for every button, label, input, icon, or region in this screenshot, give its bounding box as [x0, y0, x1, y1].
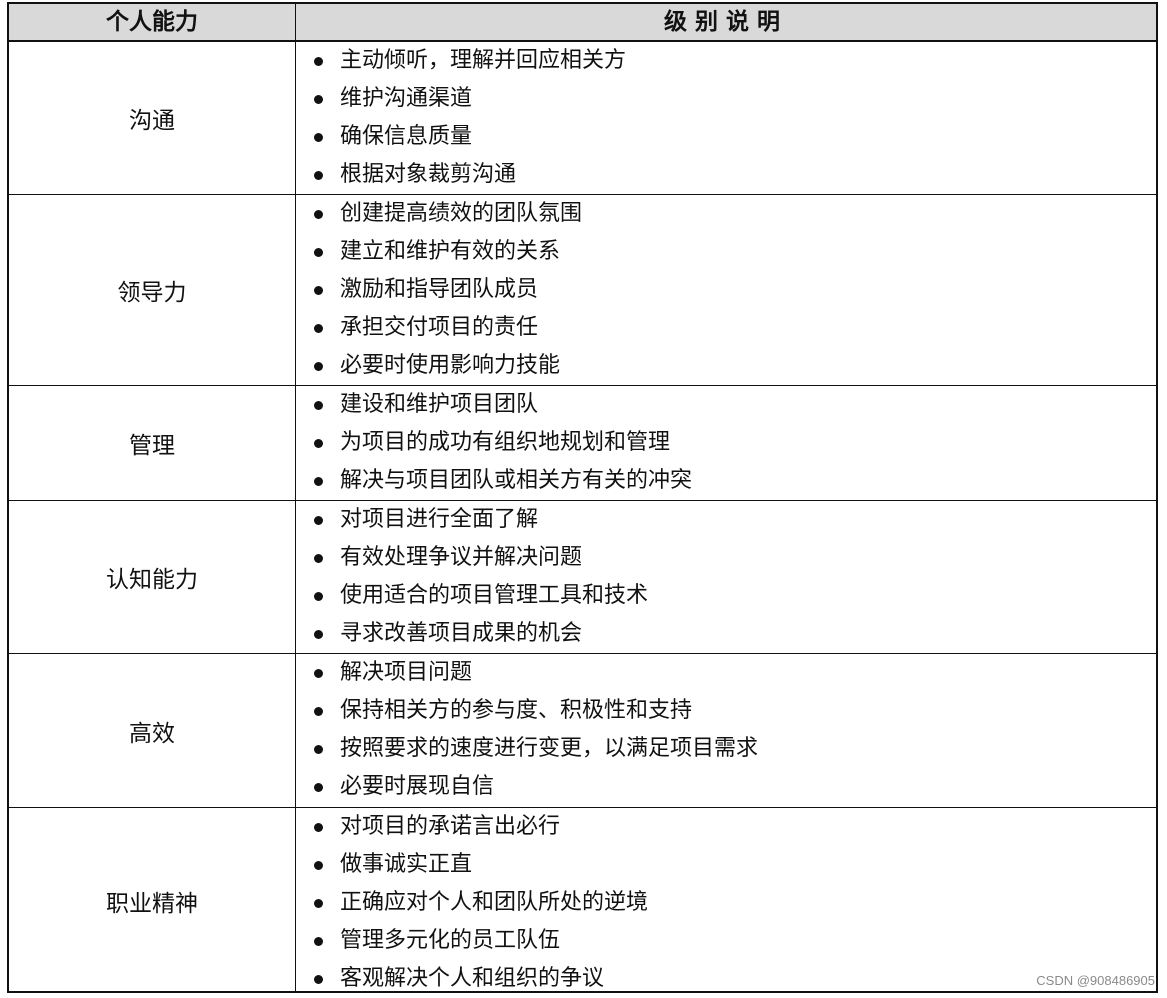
level-description-list: 建设和维护项目团队为项目的成功有组织地规划和管理 解决与项目团队或相关方有关的冲突 [296, 386, 1156, 500]
header-competency: 个人能力 [9, 4, 296, 40]
list-item: 管理多元化的员工队伍 [296, 922, 1156, 960]
list-item-text: 创建提高绩效的团队氛围 [340, 201, 583, 226]
bullet-icon [314, 248, 323, 257]
list-item: 必要时使用影响力技能 [296, 347, 1156, 385]
table-row: 领导力 创建提高绩效的团队氛围 建立和维护有效的关系 激励和指导团队成员 承担交付项目的… [9, 194, 1156, 385]
list-item: 寻求改善项目成果的机会 [296, 615, 1156, 653]
list-item: 使用适合的项目管理工具和技术 [296, 577, 1156, 615]
list-item: 根据对象裁剪沟通 [296, 156, 1156, 194]
bullet-icon [314, 630, 323, 639]
list-item-text: 主动倾听，理解并回应相关方 [340, 48, 627, 73]
list-item: 对项目的承诺言出必行 [296, 808, 1156, 846]
bullet-icon [314, 477, 323, 486]
list-item-text: 解决与项目团队或相关方有关的冲突 [340, 468, 693, 493]
bullet-icon [314, 439, 323, 448]
list-item-text: 确保信息质量 [340, 124, 473, 149]
list-item-text: 做事诚实正直 [340, 852, 473, 877]
competency-name: 管理 [9, 386, 296, 500]
list-item-text: 必要时使用影响力技能 [340, 353, 561, 378]
list-item: 主动倾听，理解并回应相关方 [296, 42, 1156, 80]
bullet-icon [314, 707, 323, 716]
list-item-text: 使用适合的项目管理工具和技术 [340, 583, 649, 608]
bullet-icon [314, 823, 323, 832]
level-description-list: 对项目进行全面了解有效处理争议并解决问题使用适合的项目管理工具和技术 寻求改善项目… [296, 501, 1156, 653]
list-item-text: 激励和指导团队成员 [340, 277, 539, 302]
list-item-text: 有效处理争议并解决问题 [340, 545, 583, 570]
competency-name: 沟通 [9, 42, 296, 194]
list-item-text: 建设和维护项目团队 [340, 392, 539, 417]
list-item-text: 对项目的承诺言出必行 [340, 814, 561, 839]
list-item-text: 寻求改善项目成果的机会 [340, 621, 583, 646]
table-header: 个人能力 级别说明 [9, 4, 1156, 42]
list-item: 确保信息质量 [296, 118, 1156, 156]
bullet-icon [314, 669, 323, 678]
list-item-text: 保持相关方的参与度、积极性和支持 [340, 698, 693, 723]
list-item-text: 正确应对个人和团队所处的逆境 [340, 890, 649, 915]
bullet-icon [314, 210, 323, 219]
bullet-icon [314, 133, 323, 142]
list-item: 为项目的成功有组织地规划和管理 [296, 424, 1156, 462]
competency-name: 高效 [9, 654, 296, 807]
competency-name: 认知能力 [9, 501, 296, 653]
bullet-icon [314, 516, 323, 525]
bullet-icon [314, 362, 323, 371]
list-item-text: 管理多元化的员工队伍 [340, 928, 561, 953]
level-description-list: 对项目的承诺言出必行 做事诚实正直正确应对个人和团队所处的逆境 管理多元化的员工队伍… [296, 808, 1156, 993]
competency-table: 个人能力 级别说明 沟通 主动倾听，理解并回应相关方 维护沟通渠道 确保信息质量 根据对… [7, 2, 1158, 993]
list-item: 建设和维护项目团队 [296, 386, 1156, 424]
list-item: 解决项目问题 [296, 654, 1156, 692]
bullet-icon [314, 286, 323, 295]
level-description-list: 主动倾听，理解并回应相关方 维护沟通渠道 确保信息质量根据对象裁剪沟通 [296, 42, 1156, 194]
table-row: 沟通 主动倾听，理解并回应相关方 维护沟通渠道 确保信息质量 根据对象裁剪沟通 [9, 42, 1156, 194]
list-item: 承担交付项目的责任 [296, 309, 1156, 347]
list-item: 有效处理争议并解决问题 [296, 539, 1156, 577]
list-item: 解决与项目团队或相关方有关的冲突 [296, 462, 1156, 500]
bullet-icon [314, 592, 323, 601]
bullet-icon [314, 95, 323, 104]
list-item: 对项目进行全面了解 [296, 501, 1156, 539]
bullet-icon [314, 57, 323, 66]
list-item: 必要时展现自信 [296, 768, 1156, 806]
bullet-icon [314, 745, 323, 754]
list-item-text: 根据对象裁剪沟通 [340, 162, 517, 187]
list-item: 正确应对个人和团队所处的逆境 [296, 884, 1156, 922]
list-item-text: 按照要求的速度进行变更，以满足项目需求 [340, 736, 759, 761]
list-item-text: 对项目进行全面了解 [340, 507, 539, 532]
list-item: 建立和维护有效的关系 [296, 233, 1156, 271]
watermark: CSDN @908486905 [1036, 973, 1155, 988]
bullet-icon [314, 324, 323, 333]
bullet-icon [314, 171, 323, 180]
bullet-icon [314, 554, 323, 563]
bullet-icon [314, 401, 323, 410]
competency-name: 职业精神 [9, 808, 296, 993]
level-description-list: 创建提高绩效的团队氛围 建立和维护有效的关系 激励和指导团队成员 承担交付项目的责任必… [296, 195, 1156, 385]
list-item: 保持相关方的参与度、积极性和支持 [296, 692, 1156, 730]
table-row: 管理 建设和维护项目团队 为项目的成功有组织地规划和管理 解决与项目团队或相关方有关的… [9, 385, 1156, 500]
list-item: 维护沟通渠道 [296, 80, 1156, 118]
level-description-list: 解决项目问题保持相关方的参与度、积极性和支持按照要求的速度进行变更，以满足项目需… [296, 654, 1156, 807]
competency-name: 领导力 [9, 195, 296, 385]
list-item-text: 必要时展现自信 [340, 774, 495, 799]
bullet-icon [314, 861, 323, 870]
list-item-text: 客观解决个人和组织的争议 [340, 966, 605, 991]
bullet-icon [314, 937, 323, 946]
list-item-text: 维护沟通渠道 [340, 86, 473, 111]
header-level-description: 级别说明 [664, 9, 788, 35]
list-item: 客观解决个人和组织的争议 [296, 960, 1156, 998]
bullet-icon [314, 975, 323, 984]
list-item-text: 为项目的成功有组织地规划和管理 [340, 430, 671, 455]
list-item: 做事诚实正直 [296, 846, 1156, 884]
list-item: 按照要求的速度进行变更，以满足项目需求 [296, 730, 1156, 768]
list-item-text: 解决项目问题 [340, 660, 473, 685]
list-item: 激励和指导团队成员 [296, 271, 1156, 309]
list-item-text: 承担交付项目的责任 [340, 315, 539, 340]
list-item: 创建提高绩效的团队氛围 [296, 195, 1156, 233]
table-row: 高效 解决项目问题 保持相关方的参与度、积极性和支持 按照要求的速度进行变更，以满足项… [9, 653, 1156, 807]
table-row: 认知能力 对项目进行全面了解 有效处理争议并解决问题 使用适合的项目管理工具和技术 寻求… [9, 500, 1156, 653]
list-item-text: 建立和维护有效的关系 [340, 239, 561, 264]
bullet-icon [314, 899, 323, 908]
table-row: 职业精神 对项目的承诺言出必行 做事诚实正直 正确应对个人和团队所处的逆境 管理多元化的… [9, 807, 1156, 993]
bullet-icon [314, 783, 323, 792]
